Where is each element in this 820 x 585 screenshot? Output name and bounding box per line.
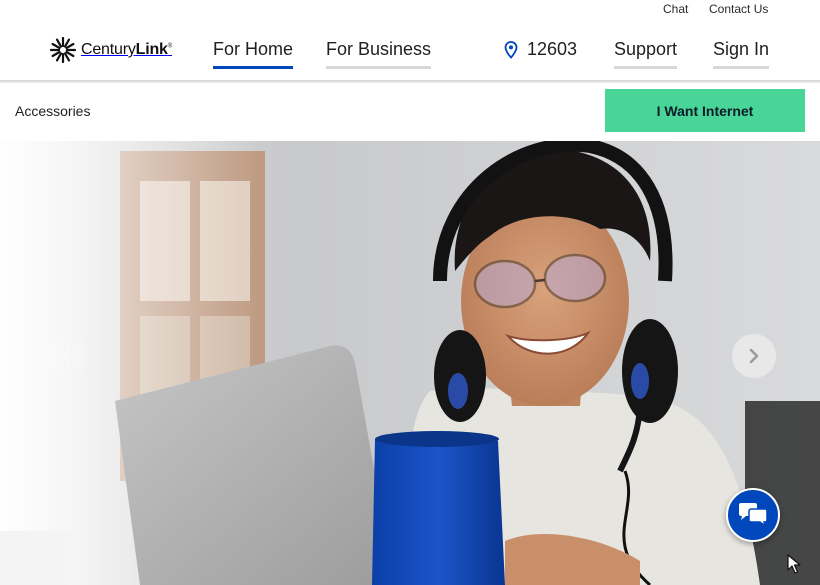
chevron-right-icon bbox=[749, 348, 759, 364]
nav-for-business[interactable]: For Business bbox=[326, 39, 432, 69]
section-subbar: Accessories I Want Internet bbox=[0, 83, 820, 141]
zip-code-value: 12603 bbox=[527, 39, 578, 59]
hero-image bbox=[0, 141, 820, 585]
carousel-previous-button[interactable] bbox=[44, 334, 88, 378]
nav-support[interactable]: Support bbox=[614, 39, 678, 69]
nav-sign-in[interactable]: Sign In bbox=[713, 39, 770, 69]
registered-mark: ® bbox=[167, 43, 172, 50]
carousel-next-button[interactable] bbox=[732, 334, 776, 378]
main-header: CenturyLink® For Home For Business 12603… bbox=[0, 22, 820, 80]
brand-name-bold: Link bbox=[135, 41, 168, 58]
centurylink-sunburst-icon bbox=[50, 37, 76, 63]
brand-name-light: Century bbox=[81, 41, 136, 58]
brand-wordmark: CenturyLink® bbox=[81, 41, 172, 59]
nav-for-home[interactable]: For Home bbox=[213, 39, 294, 69]
zip-code-selector[interactable]: 12603 bbox=[504, 39, 577, 60]
chat-widget-button[interactable] bbox=[726, 488, 780, 542]
chevron-left-icon bbox=[61, 348, 71, 364]
chat-link[interactable]: Chat bbox=[663, 2, 688, 16]
chat-bubbles-icon bbox=[739, 503, 768, 528]
section-title: Accessories bbox=[15, 103, 91, 119]
centurylink-logo[interactable]: CenturyLink® bbox=[50, 37, 172, 63]
contact-us-link[interactable]: Contact Us bbox=[709, 2, 768, 16]
hero-carousel bbox=[0, 141, 820, 585]
utility-nav: Chat Contact Us bbox=[0, 0, 820, 22]
location-pin-icon bbox=[504, 40, 518, 59]
i-want-internet-button[interactable]: I Want Internet bbox=[605, 89, 805, 132]
